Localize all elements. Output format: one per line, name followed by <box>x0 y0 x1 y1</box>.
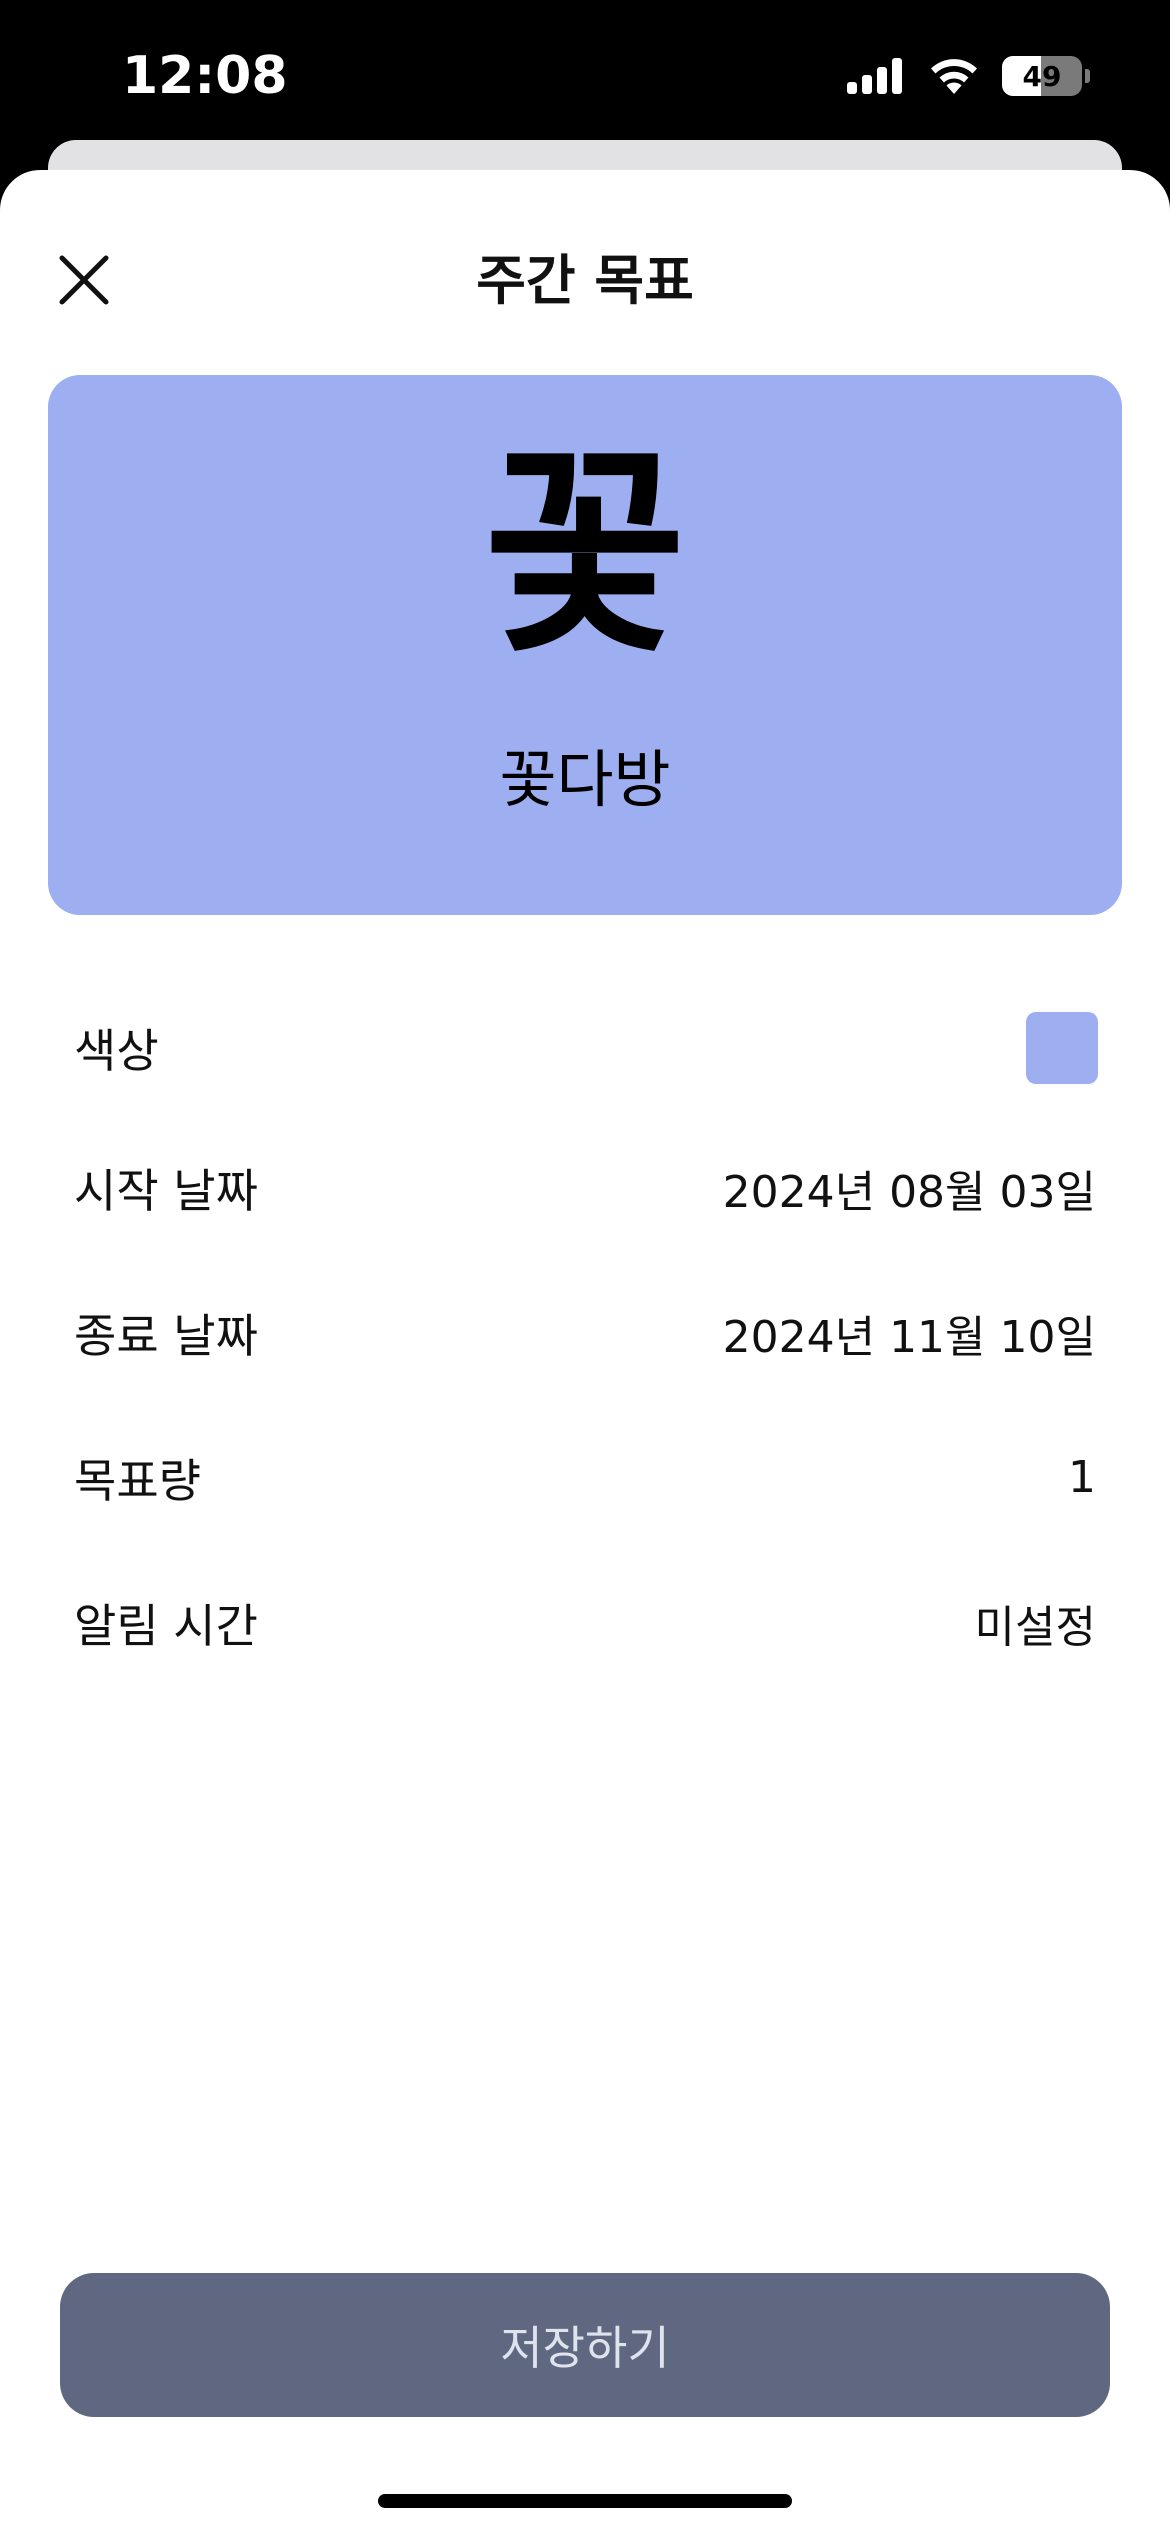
goal-preview-card: 꽃 꽃다방 <box>48 375 1122 915</box>
cellular-signal-icon <box>847 58 902 94</box>
battery-icon: 49 <box>1002 56 1082 96</box>
goal-amount-value: 1 <box>1068 1452 1096 1503</box>
battery-nub <box>1085 69 1090 83</box>
start-date-value: 2024년 08월 03일 <box>722 1166 1096 1218</box>
setting-row-end-date[interactable]: 종료 날짜 2024년 11월 10일 <box>0 1260 1170 1405</box>
setting-row-notification-time[interactable]: 알림 시간 미설정 <box>0 1550 1170 1695</box>
goal-name: 꽃다방 <box>499 743 671 816</box>
status-time: 12:08 <box>122 46 288 106</box>
end-date-label: 종료 날짜 <box>74 1308 258 1363</box>
screen: 12:08 49 주간 목표 꽃 꽃다방 색상 시작 날짜 2024년 08월 … <box>0 0 1170 2532</box>
weekly-goal-sheet: 주간 목표 꽃 꽃다방 색상 시작 날짜 2024년 08월 03일 종료 날짜… <box>0 170 1170 2532</box>
notification-time-value: 미설정 <box>974 1601 1096 1653</box>
goal-amount-label: 목표량 <box>74 1453 201 1508</box>
goal-emoji: 꽃 <box>483 427 687 683</box>
notification-time-label: 알림 시간 <box>74 1598 258 1653</box>
setting-row-color[interactable]: 색상 <box>0 980 1170 1115</box>
end-date-value: 2024년 11월 10일 <box>722 1311 1096 1363</box>
home-indicator <box>378 2494 792 2508</box>
setting-row-goal-amount[interactable]: 목표량 1 <box>0 1405 1170 1550</box>
battery-level: 49 <box>1022 59 1062 93</box>
color-label: 색상 <box>74 1023 159 1078</box>
settings-list: 색상 시작 날짜 2024년 08월 03일 종료 날짜 2024년 11월 1… <box>0 980 1170 1695</box>
sheet-header: 주간 목표 <box>0 170 1170 390</box>
wifi-icon <box>931 59 977 94</box>
status-bar: 12:08 49 <box>0 0 1170 150</box>
start-date-label: 시작 날짜 <box>74 1163 258 1218</box>
status-icons: 49 <box>847 54 1090 98</box>
color-swatch[interactable] <box>1026 1011 1098 1084</box>
page-title: 주간 목표 <box>476 249 694 312</box>
setting-row-start-date[interactable]: 시작 날짜 2024년 08월 03일 <box>0 1115 1170 1260</box>
save-button[interactable]: 저장하기 <box>60 2273 1110 2417</box>
